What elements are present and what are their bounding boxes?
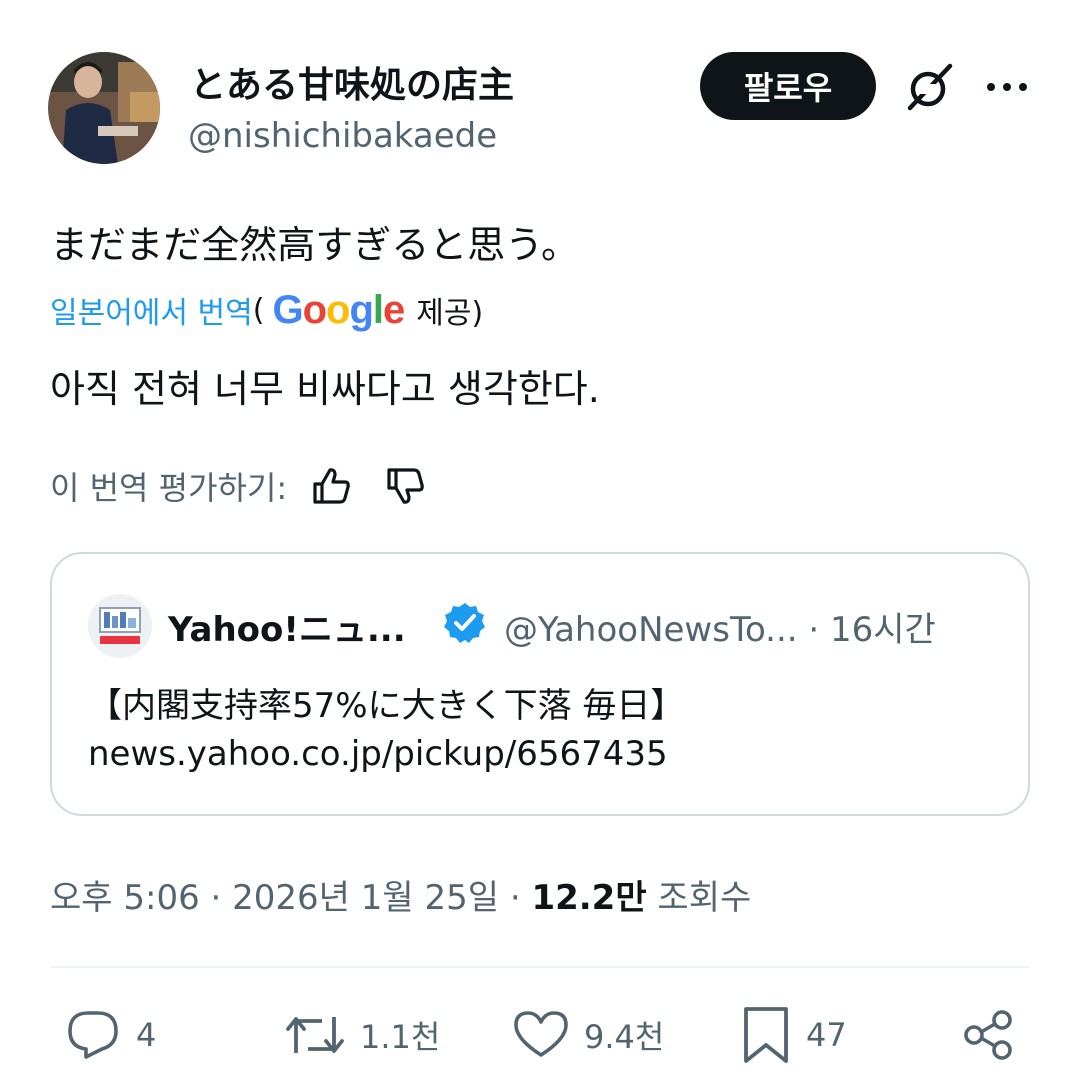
tweet-timestamp[interactable]: 오후 5:06 · 2026년 1월 25일 · xyxy=(50,878,531,918)
bookmark-icon xyxy=(744,1007,788,1063)
quoted-text-line1: 【内閣支持率57%に大きく下落 毎日】 xyxy=(88,686,685,726)
like-count: 9.4천 xyxy=(584,1018,665,1056)
tweet-meta: 오후 5:06 · 2026년 1월 25일 · 12.2만 조회수 xyxy=(50,870,751,919)
tweet-text: まだまだ全然高すぎると思う。 xyxy=(50,223,579,267)
view-count: 12.2만 xyxy=(531,878,647,918)
author-avatar[interactable] xyxy=(48,52,160,164)
follow-button[interactable]: 팔로우 xyxy=(700,52,876,120)
repost-icon xyxy=(286,1017,344,1053)
bookmark-button[interactable]: 47 xyxy=(740,1004,847,1066)
reply-icon xyxy=(68,1011,118,1059)
quoted-handle-time: @YahooNewsTo... · 16시간 xyxy=(504,610,936,650)
verified-badge-icon xyxy=(442,600,488,646)
share-icon xyxy=(964,1010,1012,1060)
quoted-author-name[interactable]: Yahoo!ニュ... xyxy=(168,602,406,651)
repost-button[interactable]: 1.1천 xyxy=(284,1004,440,1066)
translate-paren: ( xyxy=(252,292,265,328)
reply-count: 4 xyxy=(136,1016,157,1054)
rate-translation-label: 이 번역 평가하기: xyxy=(50,469,288,507)
more-icon[interactable] xyxy=(984,70,1030,104)
quoted-avatar[interactable] xyxy=(88,594,152,658)
thumbs-up-icon[interactable] xyxy=(309,464,353,508)
grok-icon[interactable] xyxy=(904,62,956,112)
repost-count: 1.1천 xyxy=(360,1018,441,1056)
views-label: 조회수 xyxy=(646,878,752,918)
divider xyxy=(50,966,1030,968)
translated-text: 아직 전혀 너무 비싸다고 생각한다. xyxy=(50,367,600,411)
bookmark-count: 47 xyxy=(806,1016,847,1054)
google-logo: Google xyxy=(272,287,405,332)
quoted-tweet-card[interactable]: Yahoo!ニュ... @YahooNewsTo... · 16시간 【内閣支持… xyxy=(50,552,1030,816)
thumbs-down-icon[interactable] xyxy=(383,464,427,508)
heart-icon xyxy=(514,1011,568,1057)
rate-translation: 이 번역 평가하기: xyxy=(50,462,427,510)
translation-attribution: 일본어에서 번역 ( Google 제공) xyxy=(50,288,483,332)
reply-button[interactable]: 4 xyxy=(64,1004,156,1066)
quoted-link[interactable]: news.yahoo.co.jp/pickup/6567435 xyxy=(88,734,668,774)
share-button[interactable] xyxy=(960,1004,1030,1066)
translate-link[interactable]: 일본어에서 번역 xyxy=(50,288,253,332)
like-button[interactable]: 9.4천 xyxy=(512,1004,664,1066)
author-display-name[interactable]: とある甘味処の店主 xyxy=(190,56,514,108)
author-handle[interactable]: @nishichibakaede xyxy=(188,116,497,156)
translate-provided-label: 제공) xyxy=(416,296,484,331)
